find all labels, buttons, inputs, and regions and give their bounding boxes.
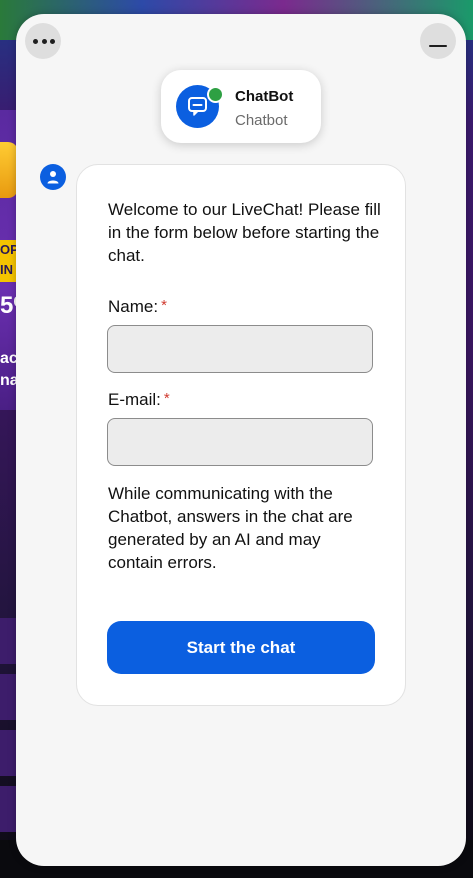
- email-label-text: E-mail:: [108, 390, 161, 409]
- minimize-button[interactable]: [420, 23, 456, 59]
- form-intro-text: Welcome to our LiveChat! Please fill in …: [108, 200, 381, 265]
- email-field[interactable]: [107, 418, 373, 466]
- prechat-form-card: Welcome to our LiveChat! Please fill in …: [76, 164, 406, 706]
- page: OP IN 5% ac na ChatBot: [0, 0, 473, 878]
- online-status-dot: [207, 86, 224, 103]
- bot-name: ChatBot: [235, 88, 294, 105]
- email-label: E-mail: *: [108, 390, 170, 410]
- background-text: IN: [0, 262, 13, 277]
- more-horizontal-icon: [33, 39, 55, 44]
- name-label-text: Name:: [108, 297, 159, 316]
- user-icon: [47, 171, 59, 184]
- required-marker: *: [161, 297, 167, 314]
- start-chat-button[interactable]: Start the chat: [107, 621, 375, 674]
- required-marker: *: [163, 390, 170, 407]
- more-options-button[interactable]: [25, 23, 61, 59]
- chat-bubble-icon: [188, 97, 207, 116]
- chat-widget: ChatBot Chatbot Welcome to our LiveChat!…: [16, 14, 466, 866]
- bot-header-card: ChatBot Chatbot: [161, 70, 321, 143]
- name-field[interactable]: [107, 325, 373, 373]
- ai-disclaimer-text: While communicating with the Chatbot, an…: [108, 484, 353, 572]
- name-label: Name: *: [108, 297, 167, 317]
- minimize-icon: [429, 45, 447, 47]
- bot-subtitle: Chatbot: [235, 112, 288, 129]
- message-avatar: [40, 164, 66, 190]
